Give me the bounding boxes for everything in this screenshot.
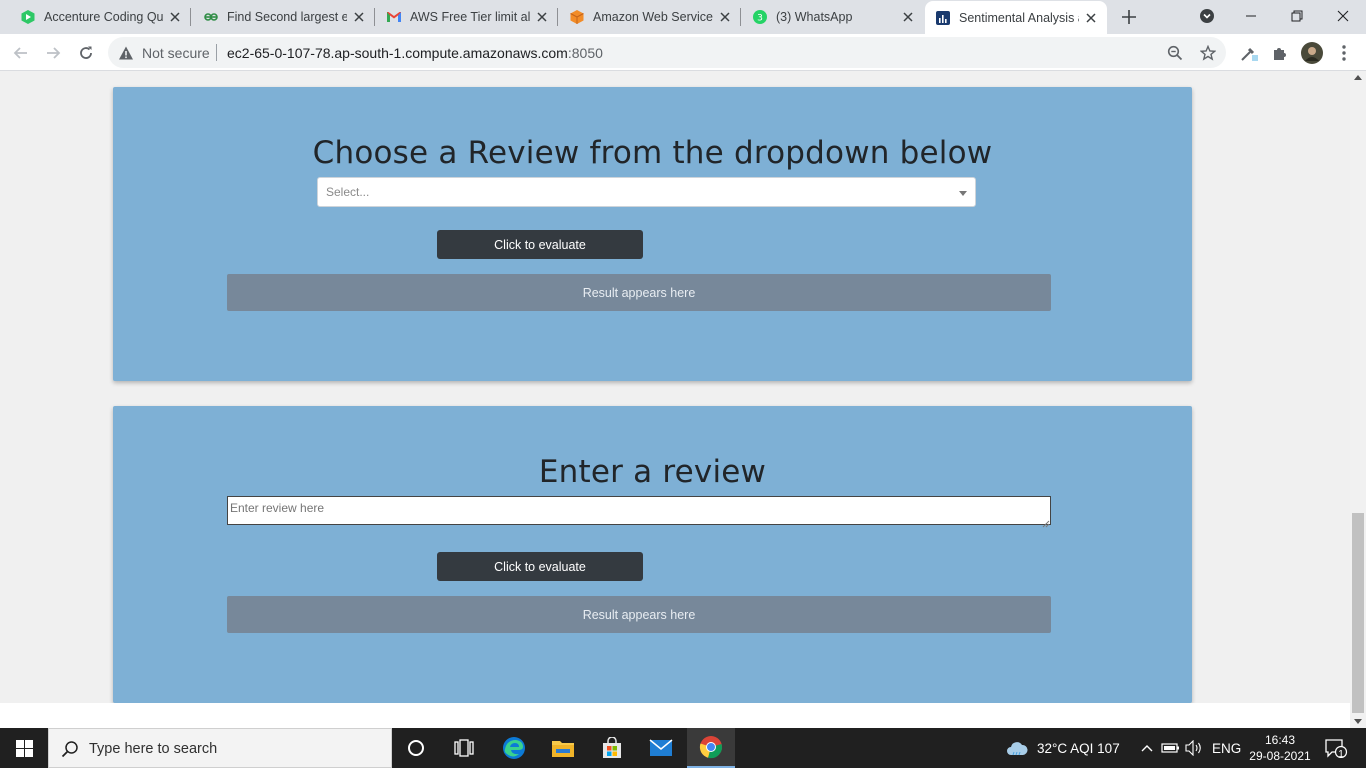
- review-dropdown[interactable]: Select...: [317, 177, 976, 207]
- dropdown-review-card: Choose a Review from the dropdown below …: [113, 87, 1192, 381]
- url-port: :8050: [567, 45, 603, 61]
- warning-icon[interactable]: [118, 45, 134, 61]
- cortana-button[interactable]: [392, 728, 440, 768]
- tab-title: Find Second largest el: [227, 10, 347, 24]
- restore-button[interactable]: [1274, 0, 1320, 32]
- profile-avatar[interactable]: [1301, 42, 1323, 64]
- tab-search-button[interactable]: [1184, 0, 1230, 32]
- gmail-icon: [386, 9, 402, 25]
- close-icon[interactable]: [534, 9, 550, 25]
- review-text-input[interactable]: [227, 496, 1051, 525]
- chevron-down-icon[interactable]: [959, 191, 967, 196]
- browser-tab-strip: Accenture Coding Que Find Second largest…: [0, 0, 1366, 34]
- dropdown-result-display: Result appears here: [227, 274, 1051, 311]
- evaluate-dropdown-button[interactable]: Click to evaluate: [437, 230, 643, 259]
- clock-time: 16:43: [1264, 733, 1296, 747]
- dropdown-section-heading: Choose a Review from the dropdown below: [312, 135, 993, 171]
- enter-review-card: Enter a review Click to evaluate Result …: [113, 406, 1192, 703]
- resize-handle-icon[interactable]: [1041, 515, 1050, 528]
- tab-accenture[interactable]: Accenture Coding Que: [0, 0, 191, 34]
- text-result-display: Result appears here: [227, 596, 1051, 633]
- dropdown-placeholder: Select...: [326, 185, 370, 199]
- minimize-button[interactable]: [1228, 0, 1274, 32]
- mail-taskbar-icon[interactable]: [637, 728, 685, 768]
- page-scrollbar[interactable]: [1350, 71, 1366, 728]
- tab-title: Accenture Coding Que: [44, 10, 163, 24]
- tab-sentimental-analysis[interactable]: Sentimental Analysis a: [925, 1, 1107, 34]
- scroll-down-arrow-icon[interactable]: [1354, 719, 1362, 724]
- close-icon[interactable]: [1083, 10, 1099, 26]
- bookmark-star-icon[interactable]: [1199, 44, 1217, 62]
- close-icon[interactable]: [900, 9, 916, 25]
- geeksforgeeks-icon: [203, 9, 219, 25]
- back-button[interactable]: [9, 41, 33, 65]
- enter-review-heading: Enter a review: [538, 454, 767, 490]
- volume-icon[interactable]: [1185, 739, 1203, 757]
- chrome-taskbar-icon[interactable]: [687, 728, 735, 768]
- zoom-icon[interactable]: [1166, 44, 1184, 62]
- tab-gmail[interactable]: AWS Free Tier limit ale: [366, 0, 558, 34]
- tab-whatsapp[interactable]: 3 (3) WhatsApp: [732, 0, 924, 34]
- clock-date: 29-08-2021: [1249, 749, 1311, 763]
- taskbar-search-placeholder: Type here to search: [89, 741, 218, 757]
- taskbar-clock[interactable]: 16:43 29-08-2021: [1247, 732, 1313, 764]
- store-taskbar-icon[interactable]: [588, 728, 636, 768]
- chart-icon: [935, 10, 951, 26]
- reload-button[interactable]: [74, 41, 98, 65]
- scroll-up-arrow-icon[interactable]: [1354, 75, 1362, 80]
- scrollbar-thumb[interactable]: [1352, 513, 1364, 713]
- close-icon[interactable]: [351, 9, 367, 25]
- evaluate-text-button[interactable]: Click to evaluate: [437, 552, 643, 581]
- tab-title: (3) WhatsApp: [776, 10, 853, 24]
- close-window-button[interactable]: [1320, 0, 1366, 32]
- close-icon[interactable]: [717, 9, 733, 25]
- hackerearth-icon: [20, 9, 36, 25]
- page-viewport: Choose a Review from the dropdown below …: [0, 71, 1350, 728]
- close-icon[interactable]: [167, 9, 183, 25]
- tab-geeksforgeeks[interactable]: Find Second largest el: [183, 0, 375, 34]
- weather-cloud-icon[interactable]: [1006, 739, 1028, 757]
- edge-taskbar-icon[interactable]: [490, 728, 538, 768]
- tab-title: Sentimental Analysis a: [959, 10, 1079, 25]
- new-tab-button[interactable]: [1119, 7, 1139, 27]
- page-footer-area: [0, 703, 1350, 728]
- extensions-puzzle-icon[interactable]: [1269, 42, 1291, 64]
- tab-title: Amazon Web Services: [593, 10, 713, 24]
- windows-taskbar: Type here to search 32°C AQI 107 ENG 16:…: [0, 728, 1366, 768]
- weather-readout[interactable]: 32°C AQI 107: [1037, 741, 1120, 756]
- svg-text:3: 3: [757, 14, 763, 24]
- url-host: ec2-65-0-107-78.ap-south-1.compute.amazo…: [227, 45, 568, 61]
- search-icon: [61, 740, 79, 758]
- taskbar-search-box[interactable]: Type here to search: [48, 728, 392, 768]
- chevron-up-icon[interactable]: [1138, 739, 1156, 757]
- url-text[interactable]: ec2-65-0-107-78.ap-south-1.compute.amazo…: [227, 45, 603, 61]
- battery-icon[interactable]: [1161, 739, 1181, 757]
- tab-aws[interactable]: Amazon Web Services: [549, 0, 741, 34]
- notification-count-badge: 1: [1338, 749, 1344, 760]
- security-status[interactable]: Not secure: [142, 45, 210, 61]
- whatsapp-icon: 3: [752, 9, 768, 25]
- address-divider: [216, 44, 217, 61]
- chrome-menu-icon[interactable]: [1333, 42, 1355, 64]
- aws-icon: [569, 9, 585, 25]
- windows-start-button[interactable]: [0, 728, 48, 768]
- file-explorer-taskbar-icon[interactable]: [539, 728, 587, 768]
- task-view-button[interactable]: [440, 728, 488, 768]
- forward-button[interactable]: [41, 41, 65, 65]
- tab-title: AWS Free Tier limit ale: [410, 10, 530, 24]
- input-language-indicator[interactable]: ENG: [1212, 741, 1241, 756]
- eyedropper-extension-icon[interactable]: [1238, 42, 1260, 64]
- address-bar[interactable]: Not secure ec2-65-0-107-78.ap-south-1.co…: [108, 37, 1226, 68]
- browser-toolbar: Not secure ec2-65-0-107-78.ap-south-1.co…: [0, 34, 1366, 71]
